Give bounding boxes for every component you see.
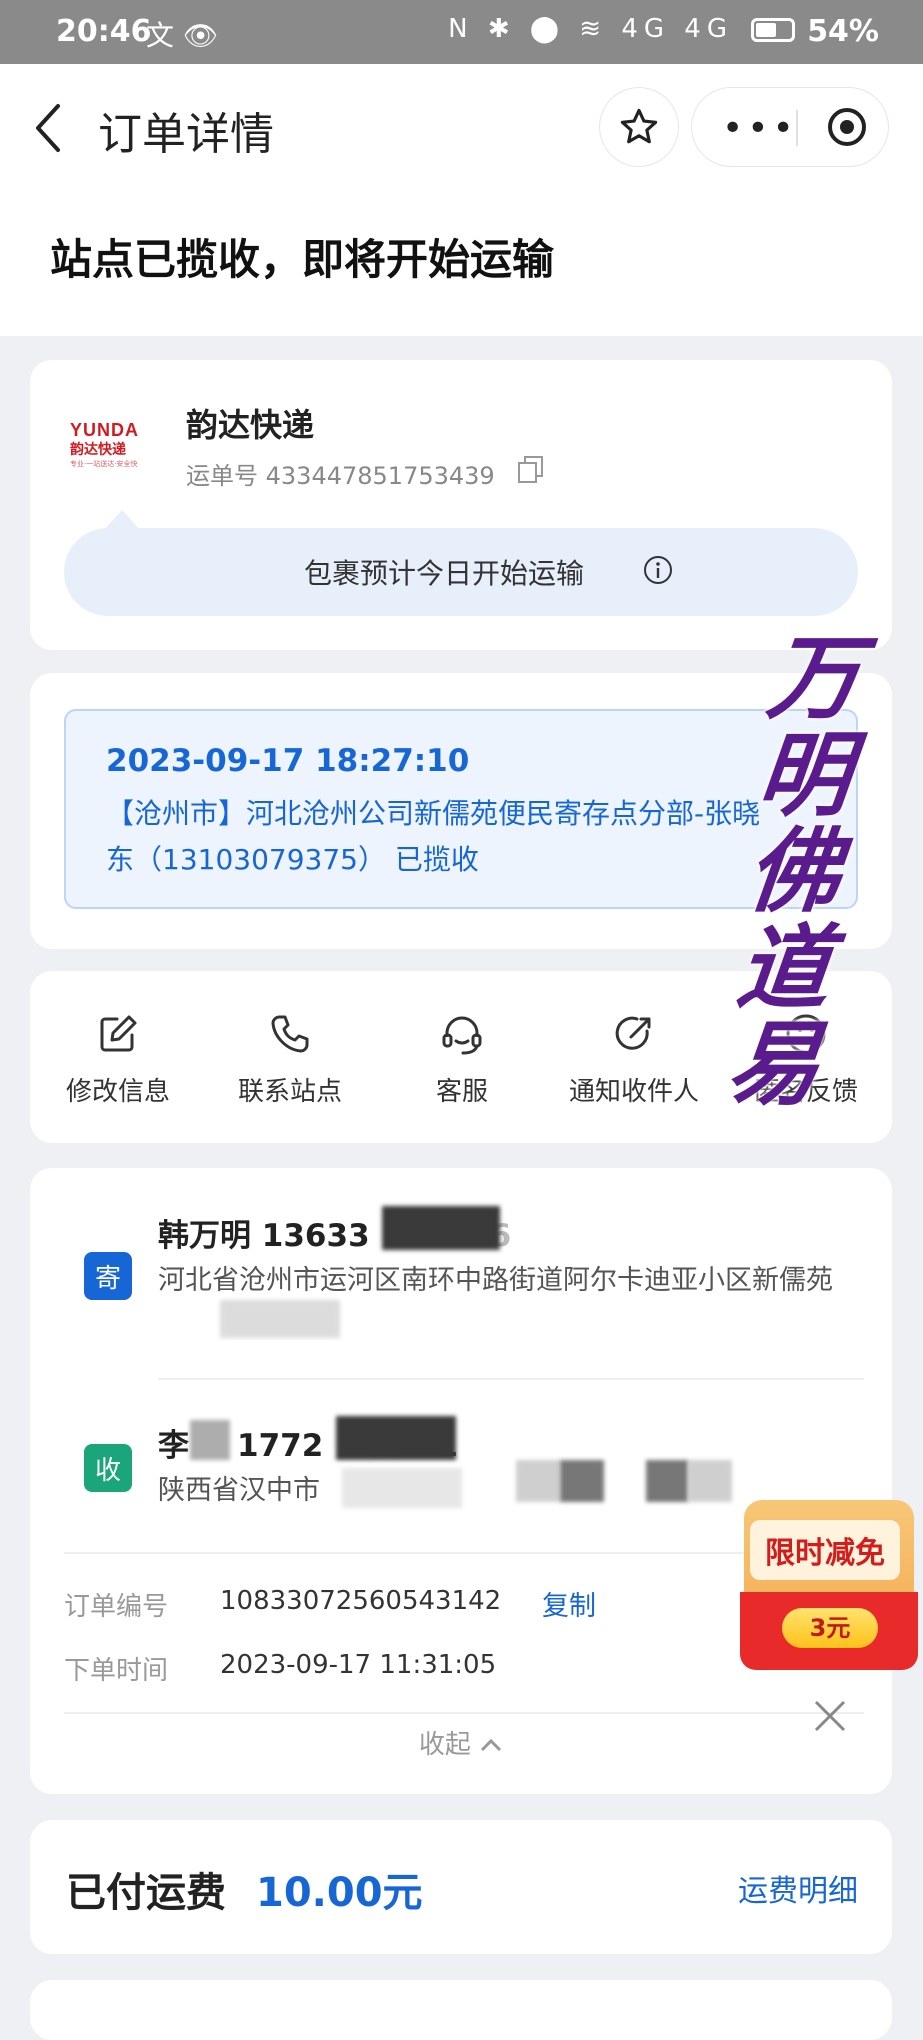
promo-title: 限时减免 — [765, 1536, 885, 1571]
fee-amount: 10.00元 — [256, 1870, 423, 1916]
contact-station-button[interactable]: 联系站点 — [210, 1011, 370, 1111]
redacted-receiver-address-1 — [342, 1468, 462, 1508]
info-icon[interactable] — [642, 554, 674, 586]
nav-bar: 订单详情 ••• — [0, 64, 923, 190]
chevron-up-icon — [481, 1738, 502, 1752]
page-title: 订单详情 — [98, 109, 274, 160]
star-icon — [620, 108, 658, 144]
address-order-card: 寄 韩万明 13633 6 河北省沧州市运河区南环中路街道阿尔卡迪亚小区新儒苑 收… — [30, 1168, 892, 1794]
phone-icon — [271, 1015, 309, 1053]
miniprogram-capsule: ••• — [692, 88, 888, 166]
connectivity-icons: N ✱ ⬤ ≋ 4G 4G — [448, 14, 733, 44]
redacted-receiver-address-2 — [516, 1460, 560, 1502]
share-icon — [615, 1016, 651, 1050]
capsule-divider — [796, 110, 798, 146]
sender-tag: 寄 — [84, 1252, 132, 1300]
order-number-label: 订单编号 — [64, 1592, 169, 1622]
courier-logo: YUNDA 韵达快递 专业·一站送达·安全快 — [70, 420, 140, 468]
shipment-status: 站点已揽收，即将开始运输 — [50, 235, 555, 284]
notify-recipient-button[interactable]: 通知收件人 — [554, 1011, 714, 1111]
clock: 20:46 — [56, 14, 152, 49]
sender-address: 河北省沧州市运河区南环中路街道阿尔卡迪亚小区新儒苑 — [158, 1265, 833, 1296]
order-time: 2023-09-17 11:31:05 — [220, 1650, 497, 1680]
favorite-button[interactable] — [600, 88, 678, 166]
customer-service-button[interactable]: 客服 — [382, 1011, 542, 1111]
fee-detail-link[interactable]: 运费明细 — [738, 1866, 858, 1910]
headset-icon — [442, 1016, 482, 1055]
fee-card: 已付运费 10.00元 运费明细 — [30, 1820, 892, 1954]
redacted-receiver-address-4 — [646, 1460, 688, 1502]
edit-icon — [100, 1015, 137, 1052]
copy-icon[interactable] — [516, 454, 546, 484]
order-number: 10833072560543142 — [220, 1586, 502, 1616]
battery-percent: 54% — [807, 14, 879, 49]
close-icon[interactable] — [810, 1696, 850, 1736]
latest-tracking-event[interactable]: 2023-09-17 18:27:10 【沧州市】河北沧州公司新儒苑便民寄存点分… — [64, 709, 858, 909]
receiver-tag: 收 — [84, 1444, 132, 1492]
courier-card: YUNDA 韵达快递 专业·一站送达·安全快 韵达快递 运单号 43344785… — [30, 360, 892, 650]
redacted-receiver-phone — [336, 1416, 456, 1460]
redacted-sender-address — [220, 1300, 340, 1338]
redacted-sender-phone — [382, 1206, 500, 1250]
estimate-banner: 包裹预计今日开始运输 — [64, 510, 858, 616]
collapse-button[interactable]: 收起 — [30, 1724, 892, 1761]
battery-icon — [751, 18, 795, 42]
fee-label: 已付运费 — [66, 1870, 226, 1916]
shipment-status-header: 站点已揽收，即将开始运输 — [0, 190, 923, 336]
more-icon[interactable]: ••• — [722, 108, 798, 149]
status-bar: 20:46 文 👁 N ✱ ⬤ ≋ 4G 4G 54% — [0, 0, 923, 64]
waybill-number: 运单号 433447851753439 — [186, 462, 495, 490]
next-card — [30, 1980, 892, 2040]
edit-info-button[interactable]: 修改信息 — [38, 1011, 198, 1111]
close-miniprogram-icon[interactable] — [826, 106, 868, 148]
order-time-label: 下单时间 — [64, 1656, 169, 1686]
redacted-receiver-address-3 — [560, 1460, 604, 1502]
promo-amount: 3元 — [782, 1608, 878, 1648]
address-divider — [158, 1378, 864, 1380]
copy-order-number-button[interactable]: 复制 — [542, 1584, 596, 1623]
redacted-receiver-name — [190, 1420, 230, 1460]
tracking-time: 2023-09-17 18:27:10 — [106, 743, 470, 779]
courier-name: 韵达快递 — [186, 406, 315, 444]
notification-icons: 文 👁 — [146, 19, 219, 52]
promo-badge[interactable]: 限时减免 3元 — [740, 1500, 918, 1670]
back-arrow-icon[interactable] — [30, 100, 66, 156]
tracking-description: 【沧州市】河北沧州公司新儒苑便民寄存点分部-张晓东（13103079375） 已… — [106, 797, 761, 876]
collapse-divider — [64, 1712, 864, 1714]
redacted-receiver-address-5 — [688, 1460, 732, 1502]
